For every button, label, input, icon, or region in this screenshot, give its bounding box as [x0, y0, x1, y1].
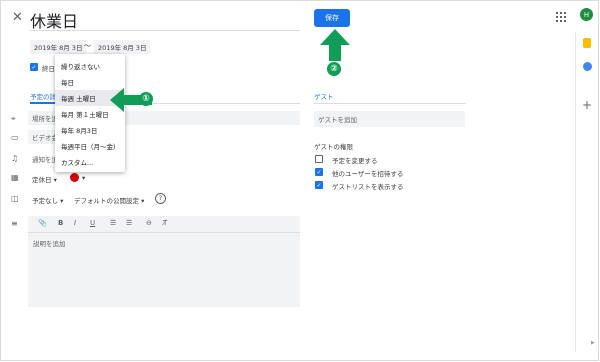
guest-permissions-title: ゲストの権限	[314, 143, 353, 151]
allday-label: 終日	[42, 65, 55, 73]
bulleted-list-icon[interactable]: ☰	[126, 219, 132, 227]
video-icon: ▭	[11, 133, 19, 142]
permission-modify-checkbox[interactable]	[315, 155, 323, 163]
attach-icon[interactable]: 📎	[38, 219, 47, 227]
apps-grid-icon[interactable]	[556, 12, 566, 22]
annotation-arrow-left-icon	[110, 88, 152, 112]
availability-label: 予定なし	[32, 197, 58, 205]
permission-invite-label: 他のユーザーを招待する	[332, 170, 404, 178]
date-separator: 〜	[84, 42, 91, 50]
add-guest-input[interactable]: ゲストを追加	[314, 111, 465, 127]
tab-guests[interactable]: ゲスト	[314, 91, 334, 101]
menu-item-no-repeat[interactable]: 繰り返さない	[55, 58, 125, 74]
save-button[interactable]: 保存	[314, 9, 350, 27]
help-icon[interactable]: ?	[155, 193, 166, 204]
calendar-icon: ▦	[11, 173, 19, 182]
visibility-select[interactable]: デフォルトの公開設定 ▾	[74, 195, 144, 205]
description-placeholder: 説明を追加	[33, 240, 66, 248]
side-rail-divider	[575, 32, 576, 352]
permission-invite-checkbox[interactable]: ✓	[315, 168, 323, 176]
permission-modify-label: 予定を変更する	[332, 157, 378, 165]
annotation-badge-2: ②	[327, 62, 341, 76]
calendar-select[interactable]: 定休日 ▾	[32, 174, 57, 184]
bell-icon: ♫	[11, 154, 19, 163]
description-textarea[interactable]	[28, 232, 300, 307]
menu-item-custom[interactable]: カスタム...	[55, 154, 125, 170]
numbered-list-icon[interactable]: ☰	[110, 219, 116, 227]
permission-see-list-label: ゲストリストを表示する	[332, 183, 404, 191]
scroll-arrow-icon[interactable]: ▶	[591, 340, 595, 346]
briefcase-icon: ◫	[11, 194, 19, 203]
allday-checkbox[interactable]: ✓	[30, 63, 38, 71]
link-icon[interactable]: ⊖	[146, 219, 152, 227]
close-icon[interactable]: ✕	[12, 10, 23, 25]
add-addon-icon[interactable]: +	[582, 98, 592, 112]
event-title-input[interactable]: 休業日	[30, 8, 78, 32]
menu-item-yearly[interactable]: 毎年 8月3日	[55, 122, 125, 138]
annotation-arrow-up-icon	[320, 29, 350, 61]
location-icon: ⌖	[11, 114, 16, 123]
tasks-icon[interactable]	[583, 38, 591, 48]
permission-see-list-checkbox[interactable]: ✓	[315, 181, 323, 189]
avatar[interactable]: H	[580, 8, 593, 21]
end-date-chip[interactable]: 2019年 8月 3日	[94, 40, 151, 54]
annotation-badge-1: ①	[139, 92, 153, 106]
start-date-chip[interactable]: 2019年 8月 3日	[30, 40, 87, 54]
availability-select[interactable]: 予定なし ▾	[32, 195, 63, 205]
title-underline	[30, 30, 300, 31]
color-dropdown-arrow-icon[interactable]: ▾	[82, 174, 85, 182]
keep-icon[interactable]	[583, 62, 592, 71]
visibility-label: デフォルトの公開設定	[74, 197, 139, 205]
description-icon: ≡	[11, 219, 18, 228]
guests-tab-divider	[314, 103, 466, 104]
video-button[interactable]: ビデオ会	[28, 130, 58, 144]
menu-item-weekdays[interactable]: 毎週平日（月〜金）	[55, 138, 125, 154]
bold-icon[interactable]: B	[58, 219, 63, 227]
calendar-select-label: 定休日	[32, 176, 52, 184]
underline-icon[interactable]: U	[90, 219, 95, 227]
calendar-color-dot[interactable]	[70, 173, 79, 182]
clear-format-icon[interactable]: T̸	[163, 219, 167, 227]
italic-icon[interactable]: I	[74, 219, 76, 227]
